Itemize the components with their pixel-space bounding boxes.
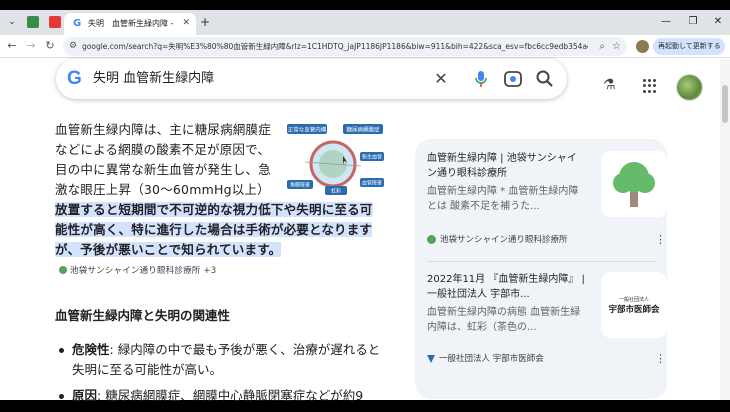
overview-tail: す。 — [257, 242, 282, 257]
source-snippet: 血管新生緑内障 * 血管新生緑内障とは 酸素不足を補うた... — [427, 186, 579, 212]
bullet-text: : 緑内障の中で最も予後が悪く、治療が遅れると失明に至る可能性が高い。 — [72, 342, 381, 377]
google-favicon-icon: G — [73, 18, 82, 29]
source-card[interactable]: 2022年11月 『血管新生緑内障』 | 一般社団法人 宇部市... 血管新生緑… — [427, 272, 667, 372]
source-site[interactable]: 一般社団法人 宇部市医師会 — [427, 352, 544, 366]
source-thumbnail[interactable]: 一般社団法人 宇部市医師会 — [601, 272, 667, 338]
bookmark-star-icon[interactable]: ☆ — [612, 39, 621, 54]
source-site-name: 一般社団法人 宇部市医師会 — [439, 354, 544, 364]
source-title[interactable]: 血管新生緑内障 | 池袋サンシャイン通り眼科診療所 — [427, 151, 585, 181]
forward-icon[interactable]: → — [24, 39, 38, 53]
source-chip-label: 池袋サンシャイン通り眼科診療所 +3 — [70, 265, 217, 276]
relaunch-label: 再起動して更新する — [658, 42, 721, 50]
thumb-title: 宇部市医師会 — [608, 304, 660, 315]
reload-icon[interactable]: ↻ — [43, 39, 57, 53]
diagram-label-iris: 虹彩 — [331, 188, 341, 195]
bullet-item: 危険性: 緑内障の中で最も予後が悪く、治療が遅れると失明に至る可能性が高い。 — [55, 340, 385, 380]
diagram-label-normal: 正常な血管内構 — [288, 126, 327, 134]
account-avatar[interactable] — [676, 74, 703, 101]
thumb-caption: 一般社団法人 — [618, 296, 649, 303]
bullet-list: 危険性: 緑内障の中で最も予後が悪く、治療が遅れると失明に至る可能性が高い。 原… — [55, 340, 385, 412]
divider — [427, 261, 657, 262]
bullet-text: : 糖尿病網膜症、網膜中心静脈閉塞症などが約9 — [97, 388, 364, 403]
extension-icon[interactable] — [636, 40, 649, 53]
close-tab-icon[interactable]: ✕ — [182, 17, 190, 30]
site-favicon-icon — [427, 354, 435, 363]
source-thumbnail[interactable] — [601, 151, 667, 217]
google-apps-icon[interactable] — [643, 79, 657, 93]
url-text: google.com/search?q=失明%E3%80%80血管新生緑内障&r… — [82, 42, 588, 51]
pinned-tab-icon[interactable] — [27, 16, 39, 28]
diagram-label-vessel: 血管障害 — [362, 180, 382, 187]
bullet-item: 原因: 糖尿病網膜症、網膜中心静脈閉塞症などが約9 — [55, 386, 385, 406]
diagram-label-diabetic: 糖尿病網膜症 — [346, 126, 380, 134]
search-query[interactable]: 失明 血管新生緑内障 — [93, 70, 214, 88]
overview-continuation: 放置すると短期間で不可逆的な視力低下や失明に至る可能性が高く、特に進行した場合は… — [55, 200, 380, 280]
bullet-term: 原因 — [72, 388, 98, 403]
source-card[interactable]: 血管新生緑内障 | 池袋サンシャイン通り眼科診療所 血管新生緑内障 * 血管新生… — [427, 151, 667, 261]
diagram-label-cornea: 角膜障害 — [290, 182, 310, 189]
source-title[interactable]: 2022年11月 『血管新生緑内障』 | 一般社団法人 宇部市... — [427, 272, 585, 302]
tab-search-icon[interactable]: ⌄ — [4, 15, 20, 29]
tree-icon — [601, 151, 667, 217]
restore-icon[interactable]: ❐ — [683, 15, 703, 29]
tab-strip: ⌄ G 失明 血管新生緑内障 - Google ✕ + — ❐ ✕ — [0, 10, 730, 35]
tab-title: 失明 血管新生緑内障 - Google — [88, 19, 176, 28]
back-icon[interactable]: ← — [5, 39, 19, 53]
address-bar[interactable]: ⚙ google.com/search?q=失明%E3%80%80血管新生緑内障… — [63, 37, 627, 56]
relaunch-update-button[interactable]: 再起動して更新する ⋮ — [653, 38, 725, 55]
close-window-icon[interactable]: ✕ — [708, 15, 728, 29]
glaucoma-diagram-image[interactable]: 正常な血管内構 糖尿病網膜症 新生血管 角膜障害 虹彩 血管障害 — [285, 122, 385, 202]
site-favicon-icon — [59, 266, 67, 274]
google-logo[interactable]: G — [67, 68, 87, 90]
overview-highlight: 放置すると短期間で不可逆的な視力低下や失明に至る可能性が高く、特に進行した場合は… — [55, 202, 373, 257]
browser-toolbar: ← → ↻ ⚙ google.com/search?q=失明%E3%80%80血… — [0, 35, 730, 58]
more-options-icon[interactable]: ⋮ — [655, 233, 666, 247]
site-info-icon[interactable]: ⚙ — [69, 39, 77, 54]
tab-active[interactable]: G 失明 血管新生緑内障 - Google ✕ — [64, 13, 196, 35]
site-favicon-icon — [427, 235, 436, 244]
section-heading: 血管新生緑内障と失明の関連性 — [55, 308, 231, 323]
bullet-term: 危険性 — [72, 342, 110, 357]
new-tab-button[interactable]: + — [200, 15, 210, 29]
search-icon[interactable] — [535, 69, 555, 89]
zoom-icon[interactable]: ⌕ — [599, 39, 605, 54]
labs-flask-icon[interactable]: ⚗ — [603, 77, 616, 93]
diagram-label-newvessel: 新生血管 — [362, 154, 382, 161]
minimize-icon[interactable]: — — [656, 15, 676, 29]
voice-search-icon[interactable] — [474, 70, 488, 88]
source-site[interactable]: 池袋サンシャイン通り眼科診療所 — [427, 233, 568, 247]
page-scrollbar-thumb[interactable] — [722, 85, 728, 123]
more-options-icon[interactable]: ⋮ — [655, 352, 666, 366]
sources-panel: 血管新生緑内障 | 池袋サンシャイン通り眼科診療所 血管新生緑内障 * 血管新生… — [415, 139, 667, 399]
lens-search-icon[interactable] — [503, 69, 523, 89]
youtube-pinned-icon[interactable] — [49, 16, 61, 28]
clear-search-icon[interactable]: ✕ — [431, 69, 451, 89]
search-box[interactable]: G 失明 血管新生緑内障 ✕ — [56, 59, 567, 99]
source-site-name: 池袋サンシャイン通り眼科診療所 — [440, 235, 568, 245]
source-snippet: 血管新生緑内障の病態 血管新生緑内障は、虹彩（茶色の... — [427, 307, 581, 333]
source-chip[interactable]: 池袋サンシャイン通り眼科診療所 +3 — [55, 264, 216, 278]
